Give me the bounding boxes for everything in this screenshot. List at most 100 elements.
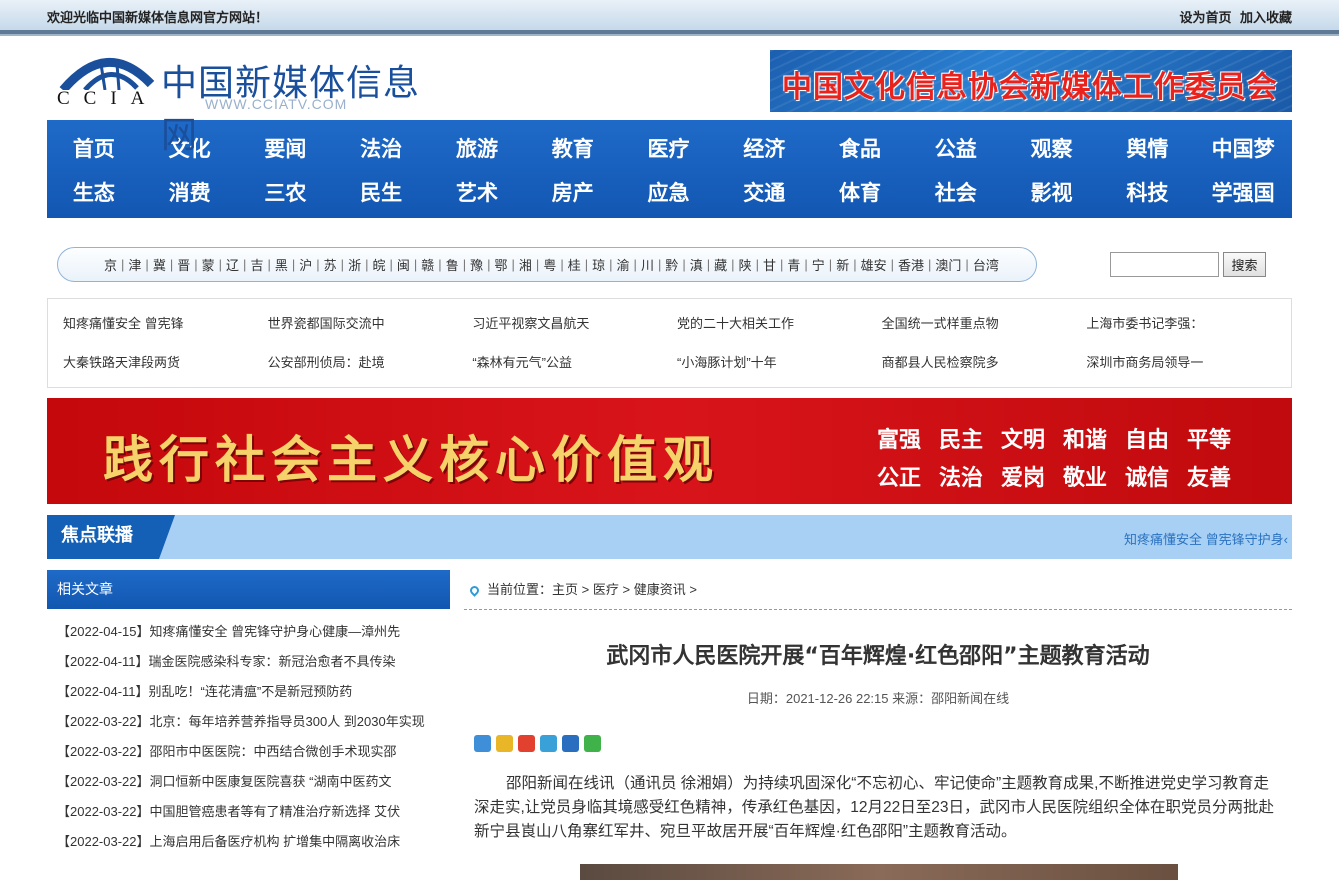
region-link[interactable]: 香港 — [898, 255, 924, 274]
region-link[interactable]: 皖 — [372, 255, 385, 274]
breadcrumb-home[interactable]: 主页 — [552, 582, 578, 597]
hot-news-link[interactable]: “森林有元气”公益 — [472, 348, 677, 382]
focus-label: 焦点联播 — [47, 515, 175, 559]
hot-news-link[interactable]: 上海市委书记李强： — [1086, 309, 1291, 343]
related-article-item[interactable]: 【2022-04-11】瑞金医院感染科专家：新冠治愈者不具传染 — [47, 647, 450, 677]
nav-item[interactable]: 公益 — [909, 127, 1005, 171]
region-link[interactable]: 琼 — [592, 255, 605, 274]
renren-icon[interactable] — [562, 735, 579, 752]
nav-item[interactable]: 医疗 — [622, 127, 718, 171]
nav-item[interactable]: 首页 — [47, 127, 143, 171]
tencent-icon[interactable] — [540, 735, 557, 752]
related-article-item[interactable]: 【2022-03-22】邵阳市中医医院：中西结合微创手术现实邵 — [47, 737, 450, 767]
nav-item[interactable]: 影视 — [1005, 171, 1101, 215]
region-link[interactable]: 浙 — [348, 255, 361, 274]
hot-news-link[interactable]: 世界瓷都国际交流中 — [268, 309, 473, 343]
nav-item[interactable]: 经济 — [717, 127, 813, 171]
hot-news-link[interactable]: 商都县人民检察院多 — [882, 348, 1087, 382]
nav-item[interactable]: 房产 — [526, 171, 622, 215]
hot-news-link[interactable]: 知疼痛懂安全 曾宪锋 — [63, 309, 268, 343]
region-link[interactable]: 新 — [836, 255, 849, 274]
region-link[interactable]: 宁 — [812, 255, 825, 274]
region-link[interactable]: 滇 — [690, 255, 703, 274]
region-link[interactable]: 台湾 — [973, 255, 999, 274]
nav-item[interactable]: 三农 — [239, 171, 335, 215]
region-link[interactable]: 桂 — [568, 255, 581, 274]
site-logo[interactable]: CCIA 中国新媒体信息网 WWW.CCIATV.COM — [55, 50, 455, 155]
region-link[interactable]: 雄安 — [861, 255, 887, 274]
region-link[interactable]: 甘 — [763, 255, 776, 274]
region-link[interactable]: 苏 — [324, 255, 337, 274]
nav-item[interactable]: 应急 — [622, 171, 718, 215]
nav-item[interactable]: 消费 — [143, 171, 239, 215]
nav-item[interactable]: 观察 — [1005, 127, 1101, 171]
search-button[interactable]: 搜索 — [1223, 252, 1266, 277]
nav-item[interactable]: 社会 — [909, 171, 1005, 215]
nav-item[interactable]: 生态 — [47, 171, 143, 215]
qzone-icon[interactable] — [496, 735, 513, 752]
core-value: 文明 — [1001, 427, 1046, 453]
core-values-slogan: 践行社会主义核心价值观 — [103, 430, 719, 489]
related-article-item[interactable]: 【2022-03-22】中国胆管癌患者等有了精准治疗新选择 艾伏 — [47, 797, 450, 827]
region-link[interactable]: 湘 — [519, 255, 532, 274]
hot-news-link[interactable]: 全国统一式样重点物 — [882, 309, 1087, 343]
related-article-item[interactable]: 【2022-03-22】北京：每年培养营养指导员300人 到2030年实现 — [47, 707, 450, 737]
related-article-item[interactable]: 【2022-04-11】别乱吃！“连花清瘟”不是新冠预防药 — [47, 677, 450, 707]
nav-item[interactable]: 教育 — [526, 127, 622, 171]
related-article-item[interactable]: 【2022-03-22】上海启用后备医疗机构 扩增集中隔离收治床 — [47, 827, 450, 857]
region-link[interactable]: 藏 — [714, 255, 727, 274]
region-link[interactable]: 豫 — [470, 255, 483, 274]
hot-news-link[interactable]: 大秦铁路天津段两货 — [63, 348, 268, 382]
region-link[interactable]: 澳门 — [935, 255, 961, 274]
region-link[interactable]: 川 — [641, 255, 654, 274]
related-article-item[interactable]: 【2022-03-22】洞口恒新中医康复医院喜获 “湖南中医药文 — [47, 767, 450, 797]
region-link[interactable]: 青 — [787, 255, 800, 274]
region-link[interactable]: 赣 — [421, 255, 434, 274]
add-favorite-link[interactable]: 加入收藏 — [1240, 10, 1292, 25]
breadcrumb-sep: > — [578, 582, 593, 597]
wechat-icon[interactable] — [584, 735, 601, 752]
nav-item[interactable]: 学强国 — [1196, 171, 1292, 215]
plus-share-icon[interactable] — [474, 735, 491, 752]
core-value: 敬业 — [1063, 465, 1108, 491]
article-title: 武冈市人民医院开展“百年辉煌·红色邵阳”主题教育活动 — [606, 644, 1150, 669]
breadcrumb-subcategory[interactable]: 健康资讯 — [634, 582, 686, 597]
focus-ticker[interactable]: 知疼痛懂安全 曾宪锋守护身‹ — [1124, 529, 1288, 548]
hot-news-link[interactable]: 深圳市商务局领导一 — [1086, 348, 1291, 382]
nav-item[interactable]: 科技 — [1100, 171, 1196, 215]
region-link[interactable]: 黑 — [275, 255, 288, 274]
nav-item[interactable]: 体育 — [813, 171, 909, 215]
region-link[interactable]: 鲁 — [446, 255, 459, 274]
nav-item[interactable]: 艺术 — [430, 171, 526, 215]
hot-news-link[interactable]: 公安部刑侦局：赴境 — [268, 348, 473, 382]
region-link[interactable]: 黔 — [665, 255, 678, 274]
nav-item[interactable]: 中国梦 — [1196, 127, 1292, 171]
hot-news-link[interactable]: “小海豚计划”十年 — [677, 348, 882, 382]
region-link[interactable]: 京 — [104, 255, 117, 274]
region-link[interactable]: 吉 — [250, 255, 263, 274]
search-input[interactable] — [1110, 252, 1219, 277]
region-link[interactable]: 闽 — [397, 255, 410, 274]
region-link[interactable]: 渝 — [617, 255, 630, 274]
nav-item[interactable]: 民生 — [334, 171, 430, 215]
region-link[interactable]: 陕 — [739, 255, 752, 274]
region-link[interactable]: 晋 — [177, 255, 190, 274]
nav-item[interactable]: 交通 — [717, 171, 813, 215]
region-link[interactable]: 鄂 — [495, 255, 508, 274]
region-link[interactable]: 津 — [128, 255, 141, 274]
committee-banner[interactable]: 中国文化信息协会新媒体工作委员会 — [770, 50, 1292, 112]
weibo-icon[interactable] — [518, 735, 535, 752]
region-link[interactable]: 辽 — [226, 255, 239, 274]
nav-item[interactable]: 舆情 — [1100, 127, 1196, 171]
region-link[interactable]: 冀 — [153, 255, 166, 274]
hot-news-link[interactable]: 党的二十大相关工作 — [677, 309, 882, 343]
region-link[interactable]: 沪 — [299, 255, 312, 274]
region-link[interactable]: 粤 — [543, 255, 556, 274]
nav-item[interactable]: 食品 — [813, 127, 909, 171]
related-article-item[interactable]: 【2022-04-15】知疼痛懂安全 曾宪锋守护身心健康—漳州先 — [47, 617, 450, 647]
region-separator: | — [218, 257, 223, 272]
set-home-link[interactable]: 设为首页 — [1180, 10, 1232, 25]
region-link[interactable]: 蒙 — [202, 255, 215, 274]
hot-news-link[interactable]: 习近平视察文昌航天 — [472, 309, 677, 343]
breadcrumb-category[interactable]: 医疗 — [593, 582, 619, 597]
